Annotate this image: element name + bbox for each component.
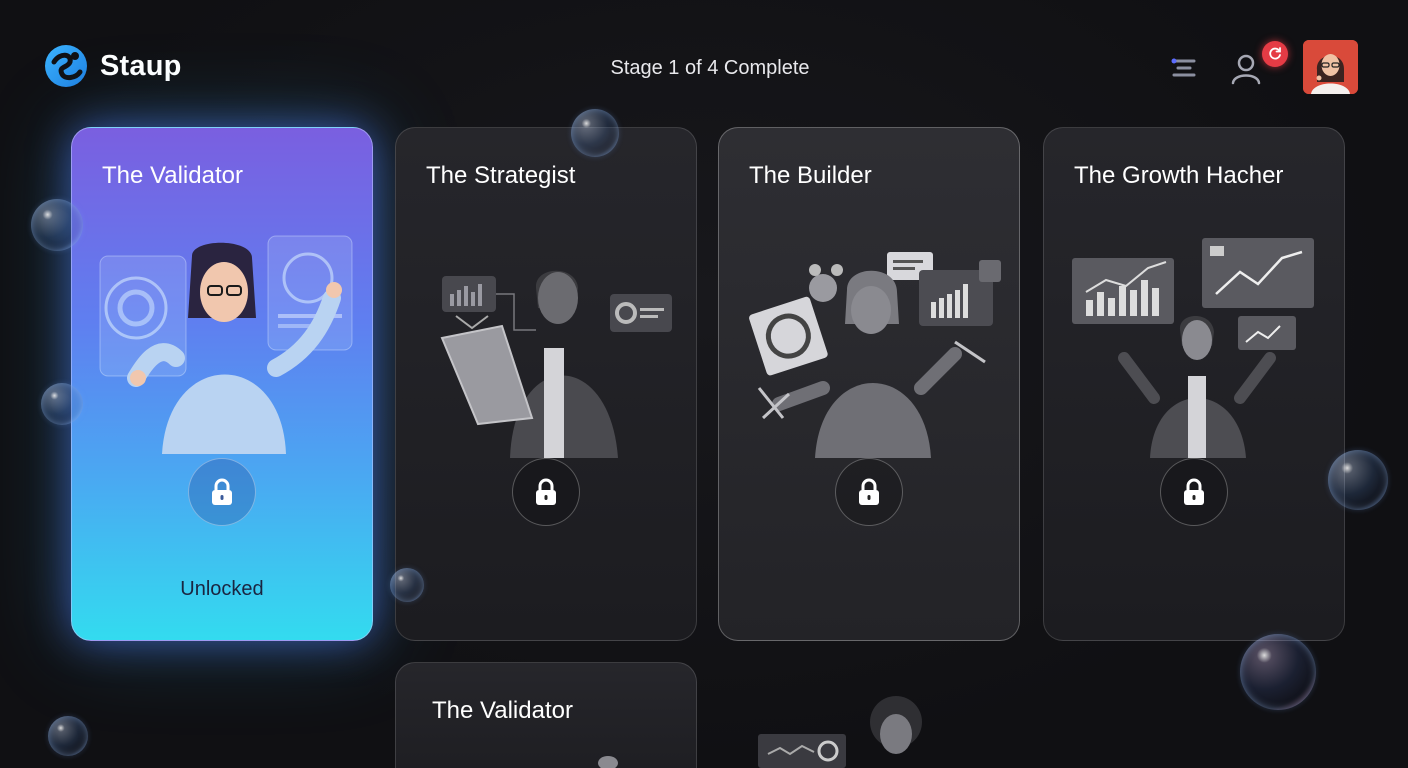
card-strategist[interactable]: The Strategist: [395, 127, 697, 641]
card-validator-second[interactable]: The Validator: [395, 662, 697, 768]
decorative-bubble: [390, 568, 424, 602]
lock-icon: [536, 478, 556, 505]
app-name: Staup: [100, 49, 182, 82]
growth-hacher-illustration: [1072, 238, 1314, 458]
decorative-bubble: [1328, 450, 1388, 510]
staup-logo-icon: [45, 45, 87, 87]
profile-button[interactable]: [1226, 48, 1266, 88]
decorative-bubble: [571, 109, 619, 157]
lock-indicator: [835, 458, 903, 526]
stage-progress: Stage 1 of 4 Complete: [610, 57, 810, 79]
lock-icon: [859, 478, 879, 505]
decorative-bubble: [48, 716, 88, 756]
lock-icon: [1184, 478, 1204, 505]
card-title: The Strategist: [426, 162, 576, 189]
card-status: Unlocked: [180, 578, 264, 600]
lock-indicator: [1160, 458, 1228, 526]
filter-icon: [1171, 58, 1196, 77]
lock-indicator: [188, 458, 256, 526]
card-title: The Validator: [102, 162, 243, 189]
decorative-bubble: [41, 383, 83, 425]
lock-icon: [212, 478, 232, 505]
decorative-bubble: [1240, 634, 1316, 710]
user-avatar[interactable]: [1303, 40, 1358, 94]
notification-badge[interactable]: [1262, 41, 1288, 67]
refresh-icon: [1269, 47, 1281, 60]
card-validator[interactable]: The Validator Unlocked: [71, 127, 373, 641]
partial-illustration: [758, 696, 922, 768]
card-title: The Builder: [749, 162, 872, 189]
card-title: The Validator: [432, 697, 573, 724]
app-logo[interactable]: Staup: [42, 42, 182, 90]
validator-illustration: [99, 235, 353, 454]
avatar-portrait: [1303, 40, 1358, 94]
lock-indicator: [512, 458, 580, 526]
decorative-bubble: [31, 199, 83, 251]
card-illustration-fragment: [598, 756, 618, 768]
user-icon: [1231, 54, 1261, 85]
card-title: The Growth Hacher: [1074, 162, 1284, 189]
builder-illustration: [749, 252, 1001, 458]
card-growth-hacher[interactable]: The Growth Hacher: [1043, 127, 1345, 641]
strategist-illustration: [440, 270, 672, 458]
card-builder[interactable]: The Builder: [718, 127, 1020, 641]
app-stage: Staup Stage 1 of 4 Complete The Validato…: [0, 0, 1408, 768]
filter-button[interactable]: [1166, 50, 1202, 86]
